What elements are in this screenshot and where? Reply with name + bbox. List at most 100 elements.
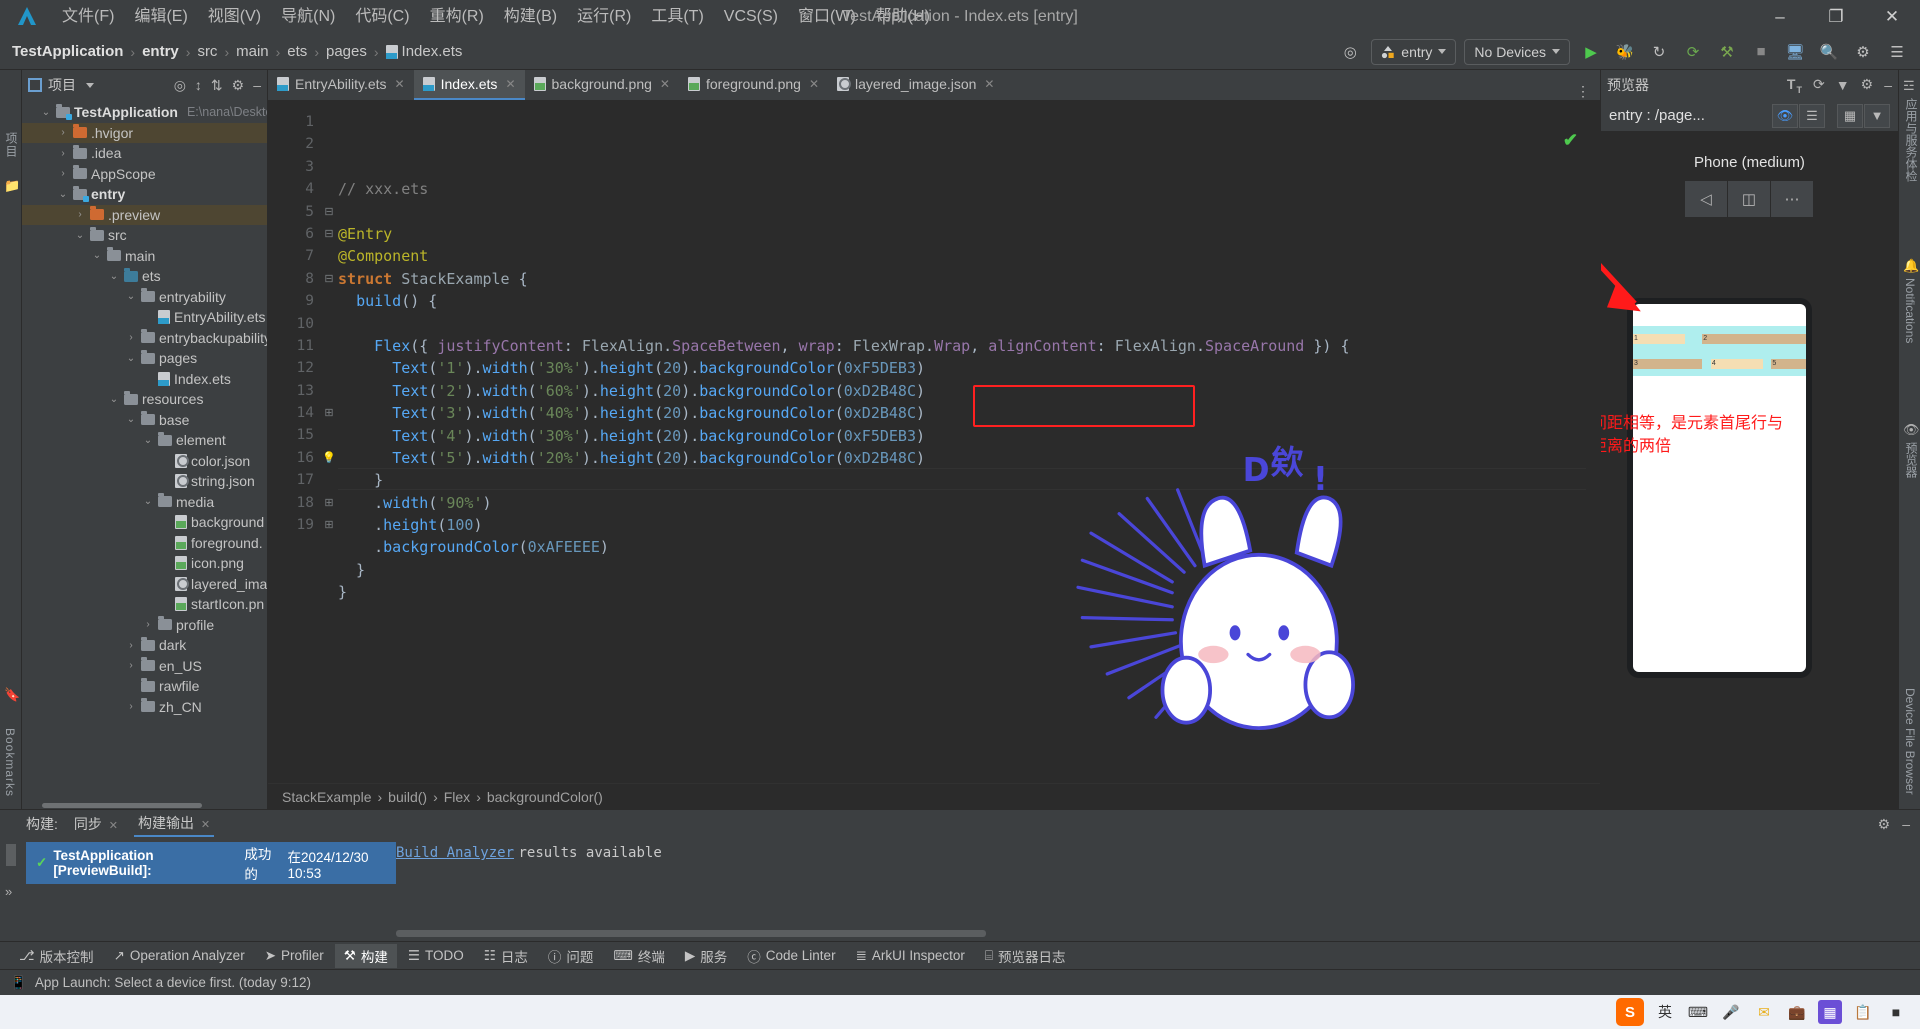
grid-icon[interactable]: ▦ bbox=[1837, 103, 1863, 128]
right-strip-previewer[interactable]: 预览器 bbox=[1903, 442, 1920, 478]
menu-edit[interactable]: 编辑(E) bbox=[124, 0, 197, 34]
tool-window-arkuiinspector[interactable]: ≣ ArkUI Inspector bbox=[847, 946, 974, 966]
tool-window-[interactable]: ▶ 服务 bbox=[676, 944, 736, 968]
settings-icon[interactable]: ⚙ bbox=[232, 77, 245, 94]
build-analyzer-link[interactable]: Build Analyzer bbox=[396, 845, 514, 861]
tree-node-stringjson[interactable]: string.json bbox=[22, 471, 267, 492]
close-icon[interactable]: ✕ bbox=[660, 77, 670, 91]
chevron-down-icon[interactable]: ⌄ bbox=[142, 435, 154, 446]
chevron-right-icon[interactable]: › bbox=[142, 619, 154, 630]
minimize-icon[interactable]: – bbox=[1884, 77, 1892, 93]
code-fold-column[interactable]: ⊟ ⊟ ⊟ ⊞ 💡 ⊞ ⊞ bbox=[320, 100, 338, 783]
target-icon[interactable]: ◎ bbox=[1337, 39, 1363, 65]
tree-node-preview[interactable]: › .preview bbox=[22, 204, 267, 225]
tree-node-testapplication[interactable]: ⌄ TestApplication E:\nana\Desktop bbox=[22, 102, 267, 123]
preview-eye-icon[interactable]: 👁 bbox=[1903, 422, 1920, 438]
tool-window-bar[interactable]: ⎇ 版本控制 ↗ Operation Analyzer ➤ Profiler ⚒ 构建 ☰ TOD… bbox=[0, 941, 1920, 969]
close-button[interactable]: ✕ bbox=[1864, 0, 1920, 34]
build-output-console[interactable]: Build Analyzer results available bbox=[396, 838, 1920, 941]
tree-node-entryabilityets[interactable]: EntryAbility.ets bbox=[22, 307, 267, 328]
chevron-down-icon[interactable]: ⌄ bbox=[125, 414, 137, 425]
tree-node-background[interactable]: background bbox=[22, 512, 267, 533]
footer-crumb-build[interactable]: build() bbox=[388, 789, 427, 805]
code-line-9[interactable]: Text('1').width('30%').height(20).backgr… bbox=[338, 357, 1586, 379]
breadcrumb-testapplication[interactable]: TestApplication bbox=[12, 43, 123, 60]
code-line-1[interactable]: // xxx.ets bbox=[338, 178, 1586, 200]
menu-run[interactable]: 运行(R) bbox=[567, 0, 641, 34]
close-icon[interactable]: ✕ bbox=[809, 77, 819, 91]
minimize-icon[interactable]: – bbox=[1902, 816, 1910, 833]
tree-node-appscope[interactable]: › AppScope bbox=[22, 164, 267, 185]
tree-node-element[interactable]: ⌄ element bbox=[22, 430, 267, 451]
chevron-right-icon[interactable]: › bbox=[125, 640, 137, 651]
expand-icon[interactable]: » bbox=[5, 884, 12, 899]
previewer-route-label[interactable]: entry : /page... bbox=[1609, 107, 1705, 124]
chevron-down-icon[interactable]: ⌄ bbox=[57, 189, 69, 200]
chevron-down-icon[interactable]: ⌄ bbox=[40, 107, 52, 118]
inbox-icon[interactable]: ✉ bbox=[1752, 1000, 1776, 1024]
build-console-scrollbar[interactable] bbox=[396, 930, 986, 937]
close-icon[interactable]: ✕ bbox=[201, 819, 210, 831]
tree-node-hvigor[interactable]: › .hvigor bbox=[22, 122, 267, 143]
tree-node-base[interactable]: ⌄ base bbox=[22, 410, 267, 431]
tool-window-profiler[interactable]: ➤ Profiler bbox=[256, 946, 333, 966]
fold-end-1[interactable]: ⊞ bbox=[320, 402, 338, 424]
menu-refactor[interactable]: 重构(R) bbox=[420, 0, 494, 34]
code-line-10[interactable]: Text('2').width('60%').height(20).backgr… bbox=[338, 380, 1586, 402]
editor-tab-bar[interactable]: EntryAbility.ets ✕ Index.ets ✕ background.pn… bbox=[268, 70, 1600, 100]
code-line-7[interactable] bbox=[338, 313, 1586, 335]
editor-tab-layered_imagejson[interactable]: layered_image.json ✕ bbox=[828, 70, 1003, 100]
strip-project-label[interactable]: 项目 bbox=[3, 132, 20, 158]
chevron-down-icon[interactable]: ⌄ bbox=[108, 394, 120, 405]
tree-node-dark[interactable]: › dark bbox=[22, 635, 267, 656]
maximize-button[interactable]: ❐ bbox=[1808, 0, 1864, 34]
menu-file[interactable]: 文件(F) bbox=[52, 0, 124, 34]
bookmark-icon[interactable]: 🔖 bbox=[4, 687, 20, 703]
breadcrumb-ets[interactable]: ets bbox=[287, 43, 307, 60]
code-line-18[interactable]: } bbox=[338, 559, 1586, 581]
editor-tab-foregroundpng[interactable]: foreground.png ✕ bbox=[679, 70, 828, 100]
tree-node-entrybackupability[interactable]: › entrybackupability bbox=[22, 328, 267, 349]
breadcrumb-entry[interactable]: entry bbox=[142, 43, 179, 60]
tree-node-entryability[interactable]: ⌄ entryability bbox=[22, 287, 267, 308]
menu-build[interactable]: 构建(B) bbox=[494, 0, 567, 34]
code-line-2[interactable] bbox=[338, 201, 1586, 223]
code-line-12[interactable]: Text('4').width('30%').height(20).backgr… bbox=[338, 425, 1586, 447]
breadcrumb-src[interactable]: src bbox=[197, 43, 217, 60]
tree-node-profile[interactable]: › profile bbox=[22, 615, 267, 636]
chevron-right-icon[interactable]: › bbox=[57, 148, 69, 159]
tree-node-resources[interactable]: ⌄ resources bbox=[22, 389, 267, 410]
chevron-down-icon[interactable]: ⌄ bbox=[125, 353, 137, 364]
lightbulb-icon[interactable]: 💡 bbox=[320, 447, 338, 469]
breadcrumb-main[interactable]: main bbox=[236, 43, 269, 60]
breadcrumb-index-ets[interactable]: Index.ets bbox=[402, 43, 463, 60]
expand-icon[interactable]: ⇅ bbox=[211, 77, 223, 94]
menu-tools[interactable]: 工具(T) bbox=[641, 0, 713, 34]
chevron-right-icon[interactable]: › bbox=[125, 332, 137, 343]
strip-folder-icon[interactable]: 📁 bbox=[4, 178, 20, 194]
chevron-right-icon[interactable]: › bbox=[57, 127, 69, 138]
search-icon[interactable]: 🔍 bbox=[1816, 39, 1842, 65]
tree-node-starticonpn[interactable]: startIcon.pn bbox=[22, 594, 267, 615]
tree-node-media[interactable]: ⌄ media bbox=[22, 492, 267, 513]
code-content[interactable]: // xxx.ets @Entry @Component struct StackE… bbox=[338, 100, 1586, 783]
tree-node-zh_cn[interactable]: › zh_CN bbox=[22, 697, 267, 718]
more-icon[interactable]: ⋯ bbox=[1771, 181, 1813, 217]
code-line-5[interactable]: struct StackExample { bbox=[338, 268, 1586, 290]
tree-node-main[interactable]: ⌄ main bbox=[22, 246, 267, 267]
fold-marker-flex[interactable]: ⊟ bbox=[320, 268, 338, 290]
ime-mode-icon[interactable]: 英 bbox=[1653, 1000, 1677, 1024]
project-horizontal-scrollbar[interactable] bbox=[22, 802, 267, 809]
footer-crumb-flex[interactable]: Flex bbox=[444, 789, 470, 805]
right-strip-device-file-browser[interactable]: Device File Browser bbox=[1903, 688, 1917, 795]
tree-node-ets[interactable]: ⌄ ets bbox=[22, 266, 267, 287]
chevron-right-icon[interactable]: › bbox=[74, 209, 86, 220]
multi-device-icon[interactable]: ◫ bbox=[1728, 181, 1770, 217]
notifications-bell-icon[interactable]: 🔔 bbox=[1903, 258, 1919, 274]
tool-window-[interactable]: ⓘ 问题 bbox=[539, 944, 603, 968]
layers-icon[interactable]: ☰ bbox=[1799, 103, 1825, 128]
tree-node-idea[interactable]: › .idea bbox=[22, 143, 267, 164]
tree-node-foreground[interactable]: foreground. bbox=[22, 533, 267, 554]
close-icon[interactable]: ✕ bbox=[984, 77, 994, 91]
locate-icon[interactable]: ◎ bbox=[174, 77, 186, 94]
